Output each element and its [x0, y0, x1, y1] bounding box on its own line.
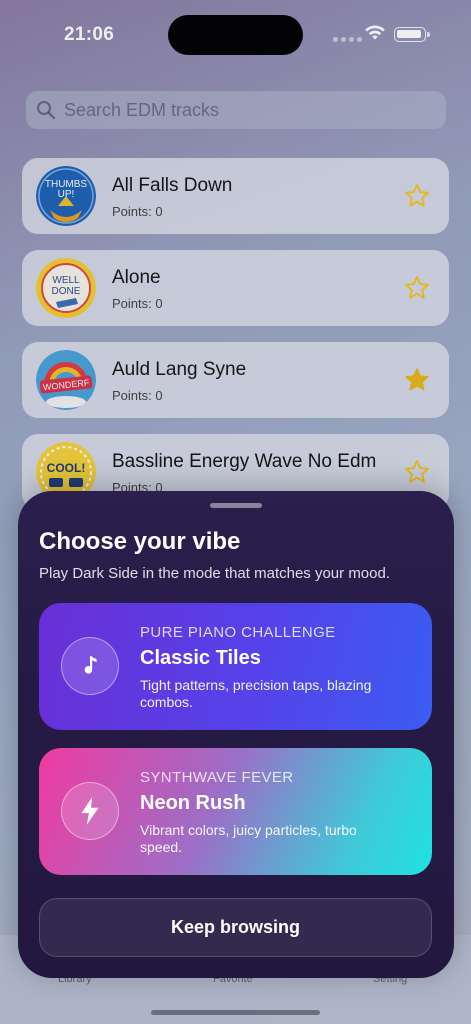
- mode-kicker: PURE PIANO CHALLENGE: [140, 624, 336, 641]
- keep-browsing-button[interactable]: Keep browsing: [39, 898, 432, 957]
- mode-kicker: SYNTHWAVE FEVER: [140, 769, 294, 786]
- lightning-bolt-icon: [61, 782, 119, 840]
- music-note-icon: [61, 637, 119, 695]
- mode-description: Vibrant colors, juicy particles, turbo s…: [140, 822, 357, 855]
- mode-name: Classic Tiles: [140, 647, 261, 669]
- mode-description: Tight patterns, precision taps, blazing …: [140, 677, 372, 710]
- classic-tiles-mode-button[interactable]: PURE PIANO CHALLENGE Classic Tiles Tight…: [39, 603, 432, 730]
- mode-name: Neon Rush: [140, 792, 246, 814]
- sheet-title: Choose your vibe: [39, 528, 241, 555]
- neon-rush-mode-button[interactable]: SYNTHWAVE FEVER Neon Rush Vibrant colors…: [39, 748, 432, 875]
- vibe-sheet: Choose your vibe Play Dark Side in the m…: [18, 491, 454, 978]
- sheet-subtitle: Play Dark Side in the mode that matches …: [39, 565, 391, 582]
- home-indicator: [151, 1010, 320, 1015]
- sheet-grabber[interactable]: [210, 503, 262, 508]
